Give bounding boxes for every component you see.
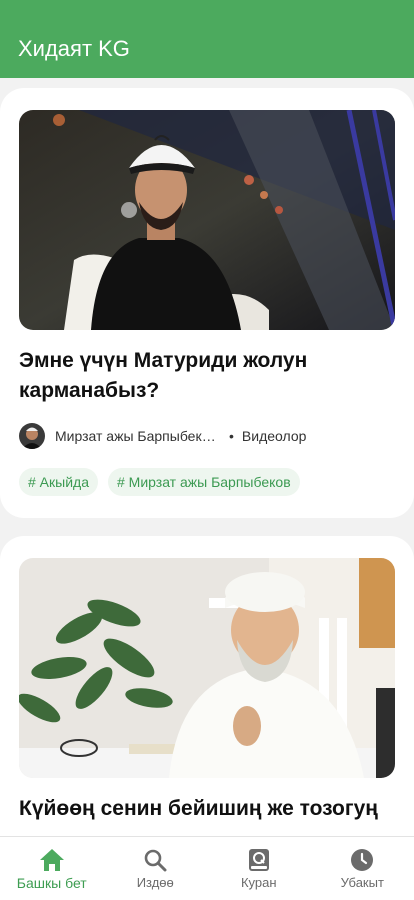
post-card[interactable]: Күйөөң сенин бейишиң же тозогуң <box>0 536 414 836</box>
nav-search[interactable]: Издөө <box>104 837 208 900</box>
tag-chip[interactable]: # Акыйда <box>19 468 98 496</box>
author-name[interactable]: Мирзат ажы Барпыбеко... <box>55 428 221 444</box>
search-icon <box>142 847 168 873</box>
nav-time-label: Убакыт <box>340 875 384 890</box>
post-thumbnail[interactable] <box>19 110 395 330</box>
post-title[interactable]: Күйөөң сенин бейишиң же тозогуң <box>19 794 395 824</box>
post-thumbnail[interactable] <box>19 558 395 778</box>
tag-list: # Акыйда # Мирзат ажы Барпыбеков <box>19 468 300 496</box>
bottom-navigation: Башкы бет Издөө Куран Убакыт <box>0 836 414 900</box>
nav-quran[interactable]: Куран <box>207 837 311 900</box>
nav-quran-label: Куран <box>240 875 277 890</box>
post-category[interactable]: Видеолор <box>242 428 307 444</box>
posts-feed[interactable]: Эмне үчүн Матуриди жолун карманабыз? Мир… <box>0 88 414 836</box>
home-icon <box>39 847 65 873</box>
meta-separator: • <box>229 428 234 444</box>
nav-search-label: Издөө <box>136 875 174 890</box>
nav-time[interactable]: Убакыт <box>311 837 414 900</box>
tag-chip[interactable]: # Мирзат ажы Барпыбеков <box>107 468 300 496</box>
nav-home-label: Башкы бет <box>16 875 87 891</box>
post-meta: Мирзат ажы Барпыбеко... • Видеолор <box>19 422 395 450</box>
app-title: Хидаят KG <box>18 36 130 61</box>
app-bar: Хидаят KG <box>0 0 414 78</box>
author-avatar[interactable] <box>19 423 45 449</box>
post-card[interactable]: Эмне үчүн Матуриди жолун карманабыз? Мир… <box>0 88 414 518</box>
nav-home[interactable]: Башкы бет <box>0 837 104 900</box>
post-title[interactable]: Эмне үчүн Матуриди жолун карманабыз? <box>19 346 395 406</box>
clock-icon <box>349 847 375 873</box>
quran-book-icon <box>246 847 272 873</box>
